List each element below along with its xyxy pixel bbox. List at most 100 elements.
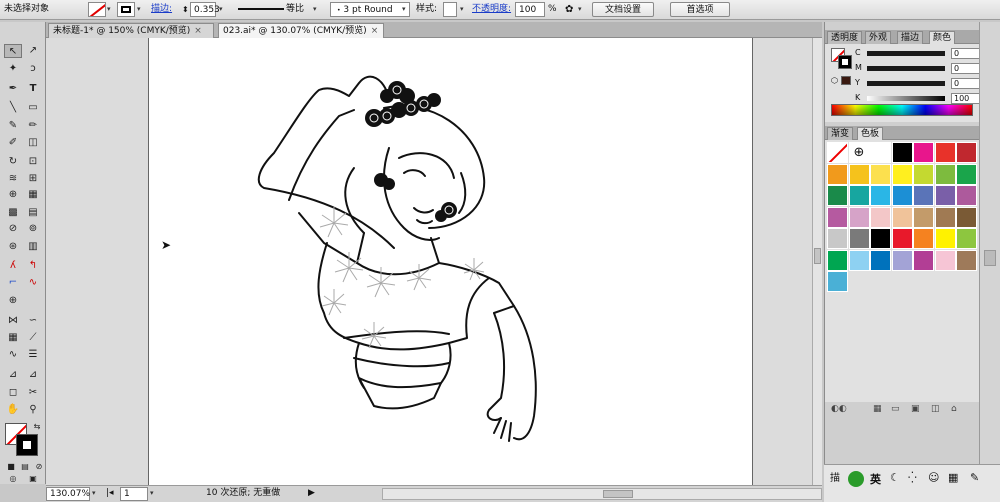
new-swatch-icon[interactable]: ◫ (931, 404, 940, 414)
cube-icon[interactable]: ⬡ (831, 76, 838, 85)
zoom-input[interactable]: 130.07% (46, 487, 90, 501)
close-icon[interactable]: × (194, 26, 202, 36)
color-spectrum[interactable] (831, 104, 973, 116)
document-setup-button[interactable]: 文档设置 (592, 2, 654, 17)
tab-appearance[interactable]: 外观 (865, 31, 892, 44)
scroll-thumb[interactable] (603, 490, 633, 498)
swatch-options-icon[interactable]: ▭ (891, 404, 900, 414)
stepper-icon[interactable]: ⬍ (182, 2, 189, 17)
pen-icon[interactable]: ✒ (4, 82, 22, 96)
swatch-cell[interactable] (891, 185, 913, 206)
stroke-profile-label[interactable]: 等比 (286, 2, 304, 17)
chevron-down-icon[interactable]: ▾ (219, 2, 223, 17)
chevron-down-icon[interactable]: ▾ (92, 487, 96, 501)
dock-handle[interactable] (984, 250, 996, 266)
wrench-icon[interactable]: ✎ (970, 471, 979, 484)
play-icon[interactable]: ▶ (308, 487, 315, 501)
vertical-scrollbar[interactable] (812, 38, 822, 485)
stroke-label-link[interactable]: 描边: (151, 2, 172, 17)
swatch-cell[interactable] (891, 249, 913, 271)
custom-tool-a-icon[interactable]: ʎ (4, 259, 22, 273)
swatch-cell[interactable] (913, 249, 934, 271)
free-transform-icon[interactable]: ⊞ (24, 172, 42, 186)
swatch-cell[interactable] (891, 228, 913, 249)
swatch-cell[interactable] (827, 249, 848, 271)
swatch-cell[interactable] (913, 142, 934, 163)
slice-icon[interactable]: ◻ (4, 386, 22, 400)
style-swatch[interactable] (443, 2, 457, 17)
swatch-cell[interactable] (934, 142, 956, 163)
swatch-cell[interactable] (870, 185, 891, 206)
swatch-cell[interactable] (913, 185, 934, 206)
custom-tool-c-icon[interactable]: ⌐ (4, 276, 22, 290)
tab-untitled-1[interactable]: 未标题-1* @ 150% (CMYK/预览) × (48, 23, 214, 38)
perspective-icon[interactable]: ▦ (24, 188, 42, 202)
swatch-cell[interactable] (827, 228, 848, 249)
swatch-cell[interactable] (827, 163, 848, 185)
artboard-number-input[interactable]: 1 (120, 487, 148, 501)
delete-swatch-icon[interactable]: ⌂ (951, 404, 957, 414)
swatch-cell[interactable] (934, 163, 956, 185)
gradient-icon[interactable]: ▤ (24, 206, 42, 220)
blend-icon[interactable]: ⊚ (24, 222, 42, 236)
swatch-cell[interactable] (913, 163, 934, 185)
rectangle-icon[interactable]: ▭ (24, 101, 42, 115)
first-artboard-icon[interactable]: |◂ (106, 487, 114, 501)
stroke-indicator[interactable] (16, 434, 38, 456)
swatch-cell[interactable] (870, 249, 891, 271)
grid-tool-icon[interactable]: ▦ (4, 331, 22, 345)
chevron-down-icon[interactable]: ▾ (313, 2, 317, 17)
pencil-icon[interactable]: ✏ (24, 119, 42, 133)
tab-color[interactable]: 颜色 (929, 31, 956, 44)
swatch-cell[interactable]: ⊕ (848, 142, 870, 163)
artboard[interactable] (148, 38, 753, 485)
swatch-cell[interactable] (891, 206, 913, 228)
scissors-icon[interactable]: ✂ (24, 386, 42, 400)
tab-023-ai[interactable]: 023.ai* @ 130.07% (CMYK/预览) × (218, 23, 384, 38)
chevron-down-icon[interactable]: ▾ (137, 2, 141, 17)
magic-wand-icon[interactable]: ✦ (4, 62, 22, 76)
eyedropper-icon[interactable]: ⊘ (4, 222, 22, 236)
smooth-icon[interactable]: ∿ (4, 348, 22, 362)
warp-icon[interactable]: ≋ (4, 172, 22, 186)
tab-gradient[interactable]: 渐变 (827, 127, 854, 140)
show-kinds-icon[interactable]: ▦ (873, 404, 882, 414)
close-icon[interactable]: × (371, 26, 379, 36)
swatch-cell[interactable] (956, 206, 977, 228)
swatch-cell[interactable] (934, 206, 956, 228)
ime-lang-icon[interactable]: 英 (870, 471, 881, 487)
line-icon[interactable]: ╲ (4, 101, 22, 115)
selection-tool-icon[interactable]: ↖ (4, 44, 22, 58)
chevron-down-icon[interactable]: ▾ (150, 487, 154, 501)
tab-transparency[interactable]: 透明度 (827, 31, 863, 44)
swatch-cell[interactable] (956, 228, 977, 249)
type-icon[interactable]: T (24, 82, 42, 96)
tab-stroke[interactable]: 描边 (897, 31, 924, 44)
brush-select[interactable]: • 3 pt Round (330, 2, 410, 17)
swatch-cell[interactable] (870, 163, 891, 185)
swatch-cell[interactable] (956, 163, 977, 185)
punct-icon[interactable]: ⁛ (908, 471, 917, 484)
moon-icon[interactable]: ☾ (890, 471, 900, 484)
swatch-cell[interactable] (848, 206, 870, 228)
swatch-library-icon[interactable]: ◐◐ (831, 404, 847, 414)
stroke-swatch[interactable] (117, 2, 135, 17)
opacity-label-link[interactable]: 不透明度: (472, 2, 511, 17)
chevron-down-icon[interactable]: ▾ (460, 2, 464, 17)
swatch-cell[interactable] (934, 249, 956, 271)
swatch-cell[interactable] (956, 185, 977, 206)
column-graph-icon[interactable]: ▥ (24, 240, 42, 254)
lasso-icon[interactable]: ↄ (24, 62, 42, 76)
swatch-cell[interactable] (934, 228, 956, 249)
paint-bucket-icon[interactable]: ⊿ (24, 368, 42, 382)
screen-mode-icon[interactable]: ▣ (24, 472, 42, 486)
swatch-cell[interactable] (827, 271, 848, 292)
horizontal-scrollbar[interactable] (382, 488, 822, 500)
swatch-cell[interactable] (891, 142, 913, 163)
symbol-sprayer-icon[interactable]: ⊛ (4, 240, 22, 254)
swatch-cell[interactable] (956, 142, 977, 163)
direct-selection-icon[interactable]: ↗ (24, 44, 42, 58)
ime-label-icon[interactable]: 描 (830, 469, 840, 484)
swatch-cell[interactable] (848, 249, 870, 271)
brush-icon[interactable]: ✎ (4, 119, 22, 133)
